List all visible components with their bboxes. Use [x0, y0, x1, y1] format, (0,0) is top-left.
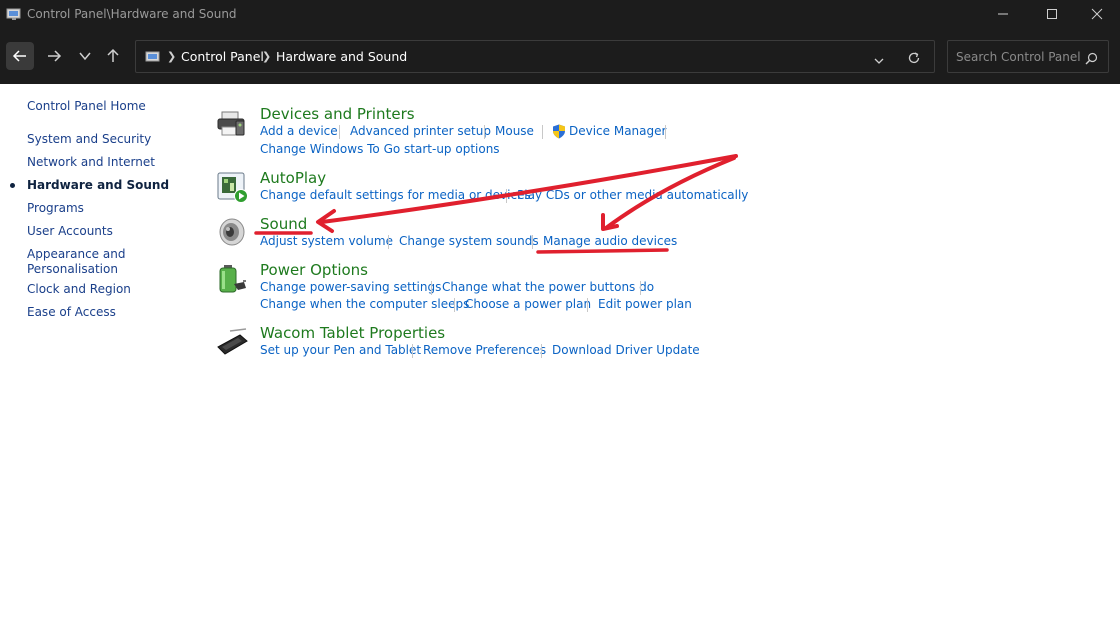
refresh-icon[interactable]: [907, 50, 921, 69]
active-item-bullet: [10, 183, 15, 188]
back-button[interactable]: [6, 42, 34, 70]
link-edit-power-plan[interactable]: Edit power plan: [598, 297, 692, 312]
annotation-underline-manage-audio: [536, 248, 669, 254]
link-remove-preferences[interactable]: Remove Preferences: [423, 343, 546, 358]
search-icon: [1085, 50, 1098, 69]
link-separator: [412, 344, 413, 358]
link-manage-audio-devices[interactable]: Manage audio devices: [543, 234, 677, 249]
annotation-arrowhead-sound: [316, 209, 336, 233]
sidebar-item-system-and-security[interactable]: System and Security: [27, 132, 151, 147]
title-bar: Control Panel\Hardware and Sound: [0, 0, 1120, 28]
sidebar: Control Panel Home System and Security N…: [0, 84, 200, 628]
sidebar-item-hardware-and-sound: Hardware and Sound: [27, 178, 170, 192]
link-separator: [506, 189, 507, 203]
tablet-pen-icon: [216, 327, 248, 359]
link-choose-power-plan[interactable]: Choose a power plan: [465, 297, 591, 312]
sidebar-item-appearance-line1[interactable]: Appearance and: [27, 247, 125, 262]
search-input[interactable]: Search Control Panel: [947, 40, 1109, 73]
autoplay-icon: [216, 171, 248, 203]
window-title: Control Panel\Hardware and Sound: [27, 7, 237, 21]
sidebar-item-network-and-internet[interactable]: Network and Internet: [27, 155, 155, 170]
link-change-power-saving-settings[interactable]: Change power-saving settings: [260, 280, 441, 295]
category-title-autoplay[interactable]: AutoPlay: [260, 169, 326, 187]
link-device-manager[interactable]: Device Manager: [569, 124, 666, 139]
uac-shield-icon: [552, 124, 566, 143]
arrow-right-icon: [48, 50, 62, 62]
sidebar-item-control-panel-home[interactable]: Control Panel Home: [27, 99, 146, 114]
sidebar-item-user-accounts[interactable]: User Accounts: [27, 224, 113, 239]
address-toolbar: ❯ Control Panel ❯ Hardware and Sound Sea…: [0, 28, 1120, 84]
address-breadcrumb[interactable]: ❯ Control Panel ❯ Hardware and Sound: [135, 40, 935, 73]
link-change-power-buttons[interactable]: Change what the power buttons do: [442, 280, 654, 295]
control-panel-window: Control Panel\Hardware and Sound ❯ Contr…: [0, 0, 1120, 628]
maximize-button[interactable]: [1029, 0, 1075, 28]
link-separator: [541, 344, 542, 358]
forward-button[interactable]: [40, 42, 68, 70]
link-separator: [587, 298, 588, 312]
link-add-a-device[interactable]: Add a device: [260, 124, 338, 139]
link-separator: [542, 125, 543, 139]
link-play-cds-automatically[interactable]: Play CDs or other media automatically: [517, 188, 748, 203]
battery-icon: [216, 262, 248, 294]
link-download-driver-update[interactable]: Download Driver Update: [552, 343, 700, 358]
link-separator: [484, 125, 485, 139]
minimize-icon: [998, 13, 1008, 15]
minimize-button[interactable]: [980, 0, 1026, 28]
category-title-devices-and-printers[interactable]: Devices and Printers: [260, 105, 415, 123]
arrow-left-icon: [12, 50, 26, 62]
sidebar-item-programs[interactable]: Programs: [27, 201, 84, 216]
arrow-up-icon: [107, 48, 119, 62]
category-title-power-options[interactable]: Power Options: [260, 261, 368, 279]
breadcrumb-control-panel[interactable]: Control Panel: [181, 49, 264, 65]
chevron-down-icon: [79, 52, 91, 61]
close-button[interactable]: [1074, 0, 1120, 28]
link-change-default-media-settings[interactable]: Change default settings for media or dev…: [260, 188, 531, 203]
breadcrumb-hardware-and-sound[interactable]: Hardware and Sound: [276, 49, 407, 65]
sidebar-item-clock-and-region[interactable]: Clock and Region: [27, 282, 131, 297]
recent-locations-button[interactable]: [71, 42, 99, 70]
link-advanced-printer-setup[interactable]: Advanced printer setup: [350, 124, 491, 139]
link-separator: [532, 235, 533, 249]
link-change-system-sounds[interactable]: Change system sounds: [399, 234, 539, 249]
search-placeholder: Search Control Panel: [956, 50, 1081, 64]
link-separator: [431, 281, 432, 295]
link-adjust-system-volume[interactable]: Adjust system volume: [260, 234, 393, 249]
link-set-up-pen-and-tablet[interactable]: Set up your Pen and Tablet: [260, 343, 421, 358]
address-dropdown-icon[interactable]: [873, 52, 885, 71]
breadcrumb-separator-icon: ❯: [167, 50, 177, 63]
category-title-wacom-tablet-properties[interactable]: Wacom Tablet Properties: [260, 324, 445, 342]
annotation-arrowhead-manage-audio: [601, 213, 619, 231]
link-change-windows-to-go[interactable]: Change Windows To Go start-up options: [260, 142, 500, 157]
category-title-sound[interactable]: Sound: [260, 215, 307, 233]
control-panel-app-icon: [6, 6, 22, 22]
link-separator: [640, 281, 641, 295]
speaker-icon: [216, 215, 248, 247]
link-separator: [665, 125, 666, 139]
sidebar-item-appearance-line2[interactable]: Personalisation: [27, 262, 118, 277]
link-change-when-computer-sleeps[interactable]: Change when the computer sleeps: [260, 297, 469, 312]
control-panel-location-icon: [145, 49, 161, 65]
link-separator: [339, 125, 340, 139]
up-button[interactable]: [99, 42, 127, 70]
printer-icon: [216, 108, 248, 140]
breadcrumb-separator-icon: ❯: [262, 50, 272, 63]
maximize-icon: [1047, 9, 1057, 19]
link-separator: [454, 298, 455, 312]
link-mouse[interactable]: Mouse: [495, 124, 534, 139]
link-separator: [388, 235, 389, 249]
sidebar-item-ease-of-access[interactable]: Ease of Access: [27, 305, 116, 320]
close-icon: [1091, 8, 1103, 20]
